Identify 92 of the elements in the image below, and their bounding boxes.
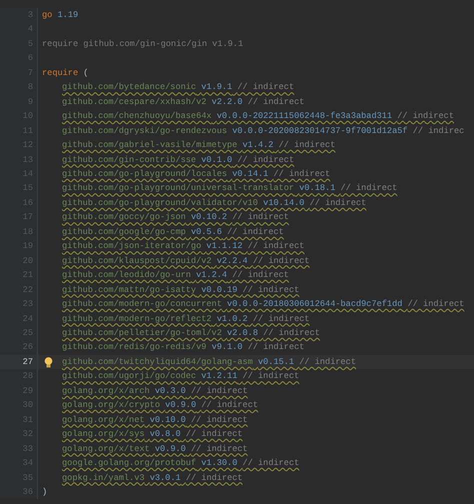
comment: // indirect — [190, 414, 248, 425]
module-path: github.com/pelletier/go-toml/v2 — [62, 328, 222, 338]
version: v0.15.1 — [258, 356, 294, 367]
comment: // indirect — [408, 299, 464, 310]
module-path: golang.org/x/crypto — [62, 400, 160, 410]
lightbulb-icon[interactable] — [44, 356, 53, 368]
version: v1.9.1 — [201, 82, 232, 92]
comment: // indirec — [412, 126, 464, 136]
version: v1.2.11 — [201, 371, 238, 382]
version: v1.1.12 — [206, 241, 243, 252]
comment: // indirect — [273, 168, 330, 179]
version: v1.0.2 — [216, 314, 248, 324]
keyword: require — [42, 68, 78, 78]
version: v0.0.0-20200823014737-9f7001d12a5f — [232, 126, 408, 136]
version: v0.18.1 — [299, 183, 336, 194]
parenthesis: ) — [42, 486, 48, 497]
require-statement: require github.com/gin-gonic/gin v1.9.1 — [42, 38, 244, 49]
version: v1.4.2 — [242, 140, 274, 150]
version: v0.3.0 — [154, 386, 186, 396]
comment: // indirect — [397, 111, 454, 122]
module-path: github.com/dgryski/go-rendezvous — [62, 126, 228, 136]
module-path: golang.org/x/text — [62, 444, 150, 454]
module-path: github.com/cespare/xxhash/v2 — [62, 96, 206, 107]
comment: // indirect — [242, 371, 300, 382]
comment: // indirect — [252, 256, 310, 266]
parenthesis: ( — [83, 68, 88, 78]
version: v0.0.19 — [201, 284, 238, 295]
comment: // indirect — [201, 400, 258, 410]
version: v0.5.6 — [190, 226, 222, 237]
module-path: github.com/twitchyliquid64/golang-asm — [62, 356, 253, 367]
version: 1.19 — [58, 10, 78, 20]
module-path: github.com/mattn/go-isatty — [62, 284, 196, 295]
comment: // indirect — [237, 154, 294, 165]
version: v2.2.0 — [212, 96, 243, 107]
module-path: github.com/google/go-cmp — [62, 226, 186, 237]
module-path: github.com/klauspost/cpuid/v2 — [62, 256, 212, 266]
module-path: github.com/go-playground/validator/v10 — [62, 198, 258, 208]
version: v0.1.0 — [201, 154, 232, 165]
module-path: github.com/ugorji/go/codec — [62, 371, 196, 382]
module-path: github.com/gabriel-vasile/mimetype — [62, 140, 238, 150]
comment: // indirect — [242, 458, 300, 468]
version: v0.10.0 — [150, 414, 186, 425]
module-path: github.com/goccy/go-json — [62, 212, 186, 222]
module-path: github.com/bytedance/sonic — [62, 82, 196, 92]
comment: // indirect — [232, 212, 289, 222]
version: v0.10.2 — [190, 212, 228, 222]
module-path: github.com/redis/go-redis/v9 — [62, 342, 206, 352]
comment: // indirect — [252, 314, 310, 324]
comment: // indirect — [190, 444, 248, 454]
comment: // indirect — [186, 429, 243, 440]
module-path: github.com/modern-go/concurrent — [62, 299, 222, 310]
module-path: github.com/go-playground/locales — [62, 168, 228, 179]
comment: // indirect — [242, 284, 300, 295]
comment: // indirect — [263, 328, 320, 338]
module-path: golang.org/x/arch — [62, 386, 150, 396]
module-path: golang.org/x/sys — [62, 429, 145, 440]
keyword: go — [42, 10, 52, 20]
version: v2.2.4 — [216, 256, 248, 266]
comment: // indirect — [278, 140, 336, 150]
module-path: github.com/chenzhuoyu/base64x — [62, 111, 212, 122]
version: v3.0.1 — [150, 472, 181, 482]
module-path: github.com/gin-contrib/sse — [62, 154, 196, 165]
version: v10.14.0 — [263, 198, 304, 208]
comment: // indirect — [299, 356, 356, 367]
comment: // indirect — [227, 226, 284, 237]
comment: // indirect — [248, 241, 304, 252]
module-path: golang.org/x/net — [62, 414, 145, 425]
module-path: gopkg.in/yaml.v3 — [62, 472, 145, 482]
comment: // indirect — [310, 198, 366, 208]
comment: // indirect — [340, 183, 398, 194]
line-number: 27 — [22, 356, 33, 367]
version: v0.14.1 — [232, 168, 268, 179]
comment: // indirect — [248, 342, 304, 352]
comment: // indirect — [186, 472, 243, 482]
module-path: github.com/json-iterator/go — [62, 241, 202, 252]
module-path: google.golang.org/protobuf — [62, 458, 196, 468]
comment: // indirect — [237, 82, 294, 92]
version: v0.9.0 — [154, 444, 186, 454]
version: v9.1.0 — [212, 342, 243, 352]
comment: // indirect — [190, 386, 248, 396]
version: v1.2.4 — [196, 270, 228, 280]
version: v0.0.0-20221115062448-fe3a3abad311 — [216, 111, 392, 122]
comment: // indirect — [232, 270, 289, 280]
version: v0.9.0 — [165, 400, 196, 410]
module-path: github.com/go-playground/universal-translator — [62, 183, 294, 194]
comment: // indirect — [248, 96, 304, 107]
version: v2.0.8 — [227, 328, 258, 338]
module-path: github.com/modern-go/reflect2 — [62, 314, 212, 324]
version: v0.8.0 — [150, 429, 181, 440]
version: v1.30.0 — [201, 458, 238, 468]
module-path: github.com/leodido/go-urn — [62, 270, 191, 280]
version: v0.0.0-20180306012644-bacd9c7ef1dd — [227, 299, 402, 310]
